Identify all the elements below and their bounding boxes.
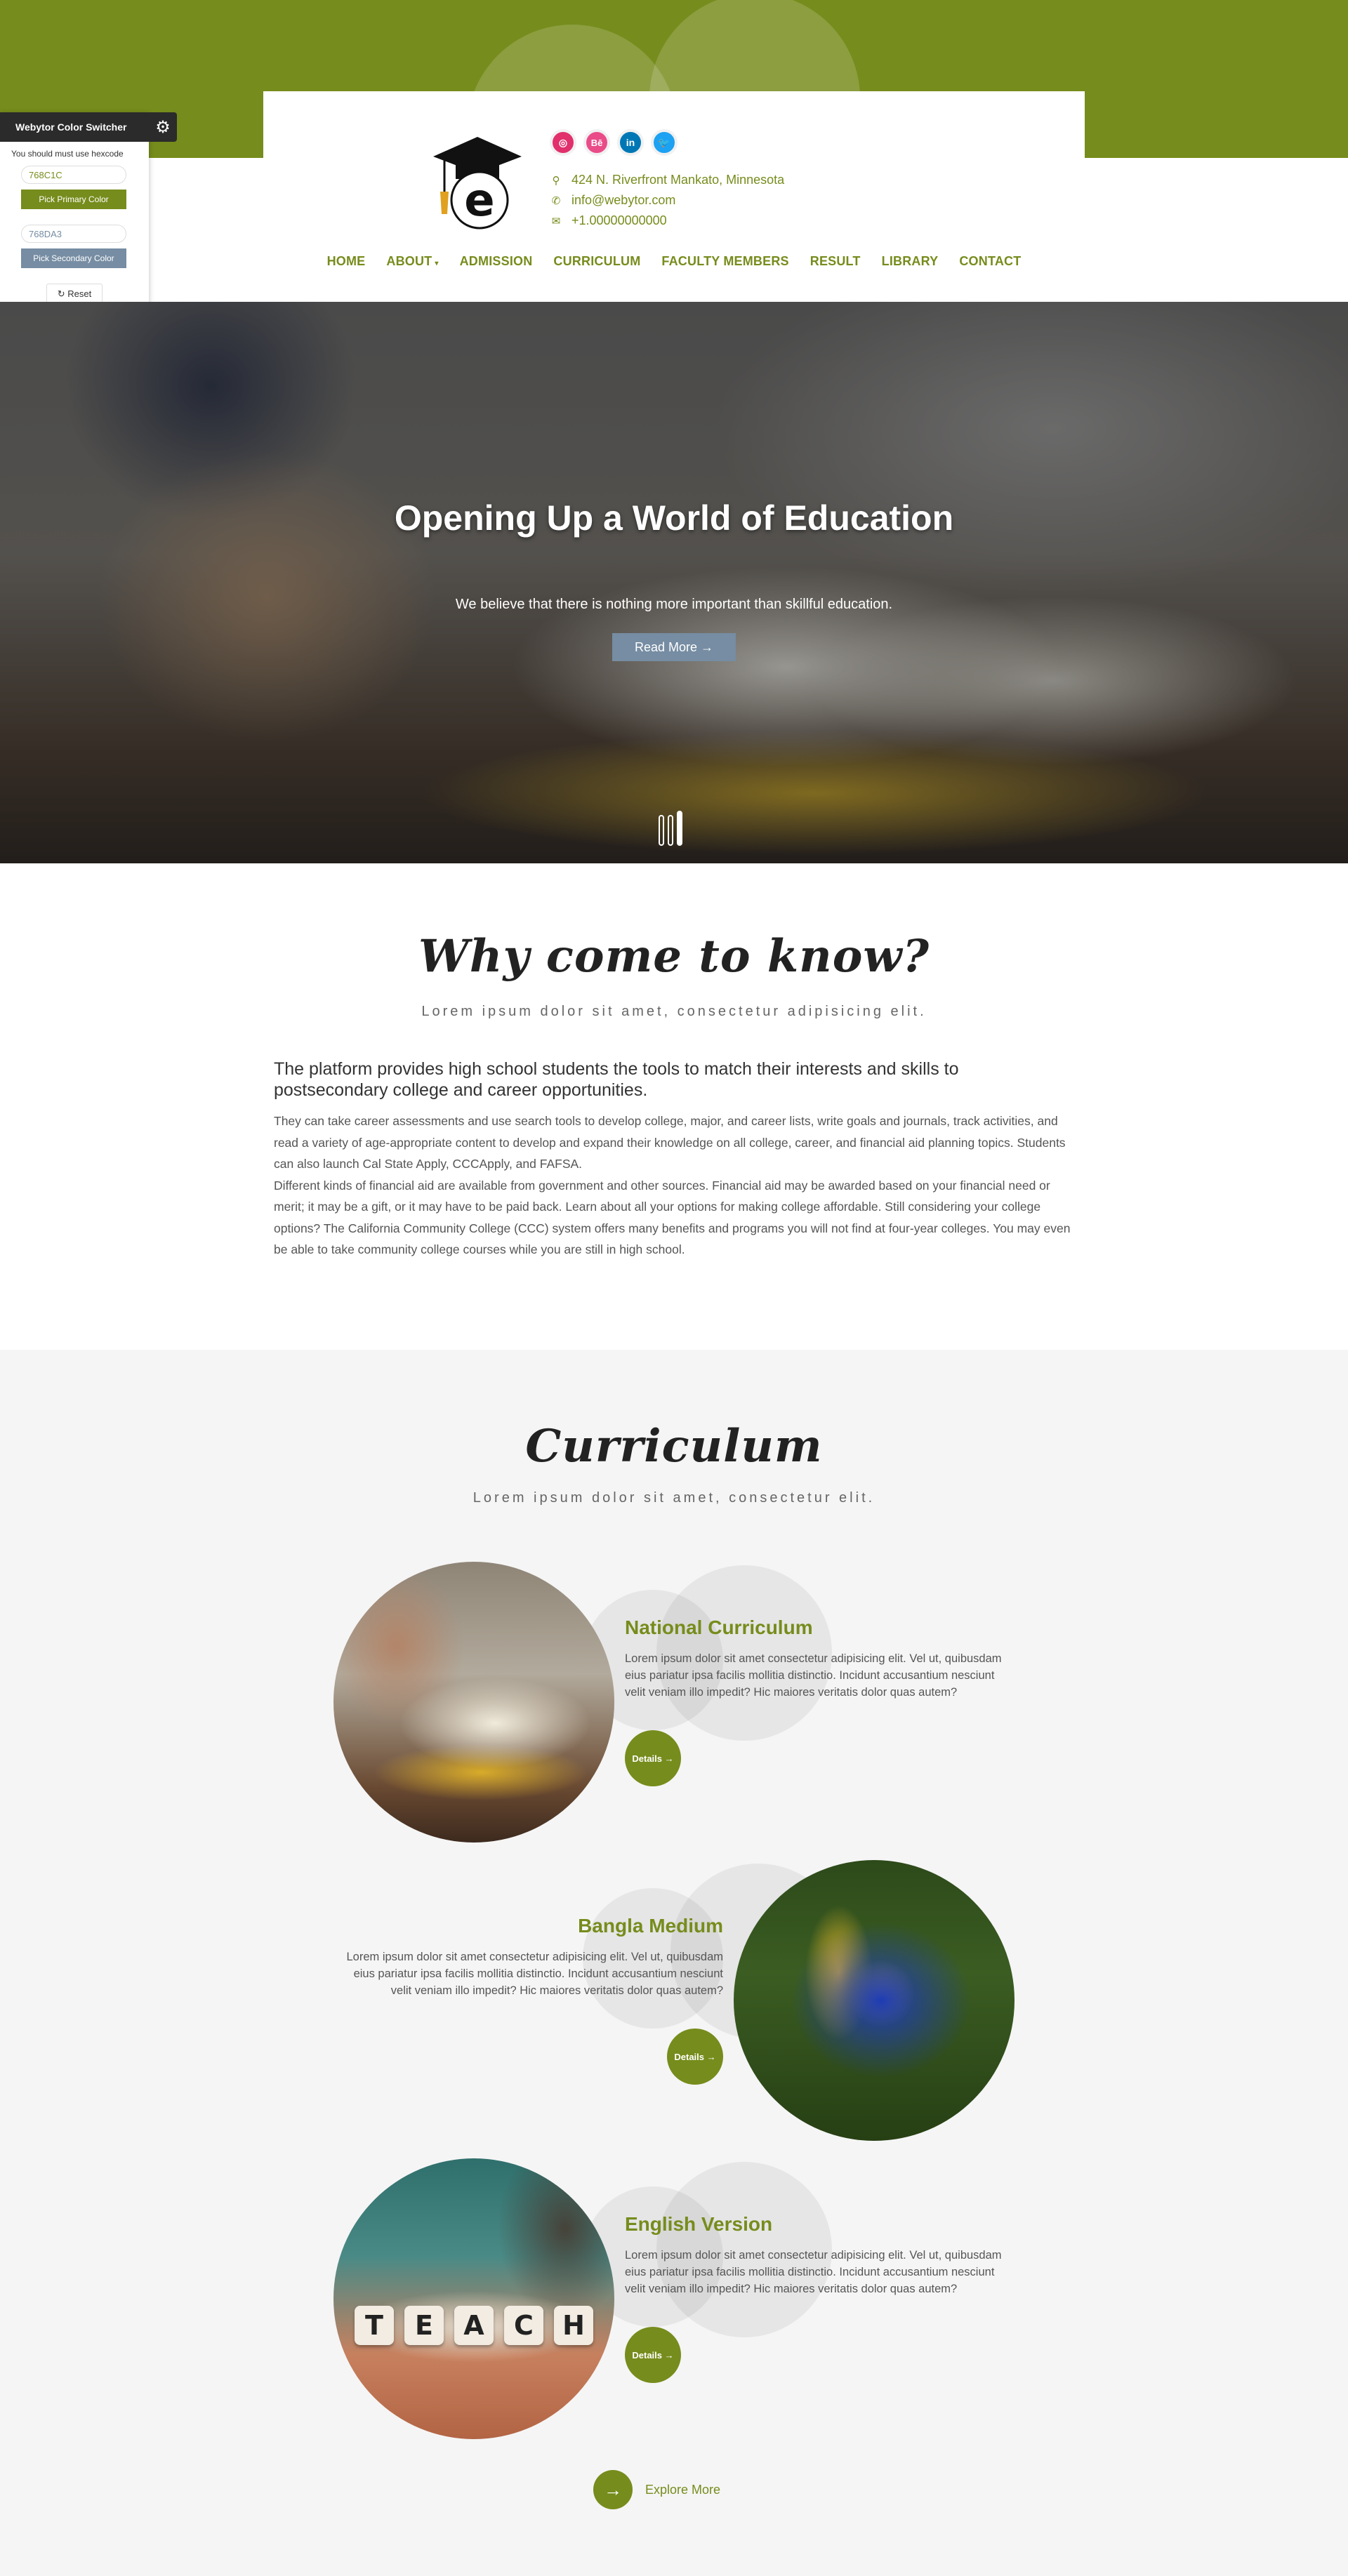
why-paragraph-2: Different kinds of financial aid are ava… <box>274 1178 1071 1257</box>
why-section: Why come to know? Lorem ipsum dolor sit … <box>0 863 1348 1350</box>
explore-more-label: Explore More <box>645 2482 721 2497</box>
nav-home[interactable]: HOME <box>327 254 366 269</box>
slider-indicators <box>659 811 682 846</box>
read-more-button[interactable]: Read More → <box>612 633 736 661</box>
phone-text[interactable]: +1.00000000000 <box>571 213 667 228</box>
explore-more-link[interactable]: → Explore More <box>593 2470 720 2509</box>
curriculum-item-text: Lorem ipsum dolor sit amet consectetur a… <box>625 1652 1002 1699</box>
linkedin-icon[interactable]: in <box>617 129 644 156</box>
letter-block: E <box>404 2306 444 2345</box>
curriculum-item-text: Lorem ipsum dolor sit amet consectetur a… <box>346 1951 723 1997</box>
reset-label: Reset <box>67 288 92 299</box>
main-nav: HOME ABOUT ▾ ADMISSION CURRICULUM FACULTY… <box>263 254 1085 269</box>
phone-icon: ✆ <box>551 194 561 207</box>
address-row: ⚲ 424 N. Riverfront Mankato, Minnesota <box>548 170 785 190</box>
school-logo[interactable]: e <box>432 130 523 235</box>
hero-slider: Opening Up a World of Education We belie… <box>0 302 1348 863</box>
curriculum-section: Curriculum Lorem ipsum dolor sit amet, c… <box>0 1350 1348 2576</box>
curriculum-item: Bangla Medium Lorem ipsum dolor sit amet… <box>0 1860 1348 2141</box>
why-paragraph-1: They can take career assessments and use… <box>274 1114 1066 1171</box>
email-text[interactable]: info@webytor.com <box>571 193 675 208</box>
graduation-cap-image <box>734 1860 1015 2141</box>
behance-icon[interactable]: Bē <box>583 129 610 156</box>
map-marker-icon: ⚲ <box>552 174 560 187</box>
email-row: ✆ info@webytor.com <box>548 190 784 211</box>
nav-contact[interactable]: CONTACT <box>959 254 1021 269</box>
nav-about[interactable]: ABOUT ▾ <box>386 254 438 269</box>
hexcode-note: You should must use hexcode <box>11 149 124 159</box>
address-text: 424 N. Riverfront Mankato, Minnesota <box>571 173 785 187</box>
curriculum-item-text: Lorem ipsum dolor sit amet consectetur a… <box>625 2249 1002 2295</box>
nav-curriculum[interactable]: CURRICULUM <box>553 254 640 269</box>
arrow-right-icon: → <box>593 2470 633 2509</box>
letter-block: A <box>454 2306 494 2345</box>
hero-title: Opening Up a World of Education <box>394 498 954 538</box>
gear-icon[interactable]: ⚙ <box>149 112 177 142</box>
svg-text:e: e <box>464 175 494 227</box>
nav-result[interactable]: RESULT <box>810 254 861 269</box>
curriculum-title: Curriculum <box>525 1420 823 1473</box>
caret-down-icon: ▾ <box>435 260 439 267</box>
teach-letter-blocks: T E A C H <box>355 2306 593 2345</box>
curriculum-item: T E A C H English Version Lorem ipsum do… <box>0 2158 1348 2439</box>
nav-admission[interactable]: ADMISSION <box>460 254 533 269</box>
teach-blocks-image: T E A C H <box>333 2158 614 2439</box>
phone-row: ✉ +1.00000000000 <box>548 211 784 231</box>
hero-subtitle: We believe that there is nothing more im… <box>455 597 893 612</box>
letter-block: C <box>504 2306 543 2345</box>
why-title: Why come to know? <box>418 930 930 983</box>
curriculum-item-title: English Version <box>625 2213 773 2235</box>
why-subtitle: Lorem ipsum dolor sit amet, consectetur … <box>421 1004 927 1019</box>
curriculum-item: National Curriculum Lorem ipsum dolor si… <box>0 1562 1348 1843</box>
letter-block: T <box>355 2306 394 2345</box>
slider-dot-2[interactable] <box>668 815 673 846</box>
twitter-icon[interactable]: 🐦 <box>651 129 678 156</box>
nav-faculty-members[interactable]: FACULTY MEMBERS <box>661 254 788 269</box>
color-switcher-panel: Webytor Color Switcher ⚙ You should must… <box>0 112 177 330</box>
color-switcher-title: Webytor Color Switcher <box>0 112 149 142</box>
contact-info: ⚲ 424 N. Riverfront Mankato, Minnesota ✆… <box>548 170 784 231</box>
why-body: They can take career assessments and use… <box>274 1110 1074 1261</box>
curriculum-item-title: Bangla Medium <box>578 1915 723 1937</box>
details-button[interactable]: Details → <box>625 2327 681 2383</box>
primary-color-input[interactable] <box>21 166 126 184</box>
curriculum-item-title: National Curriculum <box>625 1616 813 1638</box>
secondary-color-input[interactable] <box>21 225 126 243</box>
why-lead: The platform provides high school studen… <box>274 1059 959 1100</box>
social-links: ◎ Bē in 🐦 <box>550 129 678 156</box>
refresh-icon: ↻ <box>57 288 68 299</box>
slider-dot-3[interactable] <box>677 811 682 846</box>
nav-library[interactable]: LIBRARY <box>882 254 939 269</box>
details-button[interactable]: Details → <box>625 1730 681 1786</box>
hero-overlay <box>0 302 1348 863</box>
curriculum-subtitle: Lorem ipsum dolor sit amet, consectetur … <box>473 1490 875 1506</box>
open-book-image <box>333 1562 614 1843</box>
instagram-icon[interactable]: ◎ <box>550 129 576 156</box>
slider-dot-1[interactable] <box>659 815 664 846</box>
site-header: e ◎ Bē in 🐦 ⚲ 424 N. Riverfront Mankato,… <box>263 91 1085 302</box>
pick-primary-color-button[interactable]: Pick Primary Color <box>21 190 126 209</box>
envelope-icon: ✉ <box>551 215 561 227</box>
details-button[interactable]: Details → <box>667 2029 723 2085</box>
pick-secondary-color-button[interactable]: Pick Secondary Color <box>21 248 126 268</box>
letter-block: H <box>554 2306 593 2345</box>
nav-about-label: ABOUT <box>386 254 432 268</box>
